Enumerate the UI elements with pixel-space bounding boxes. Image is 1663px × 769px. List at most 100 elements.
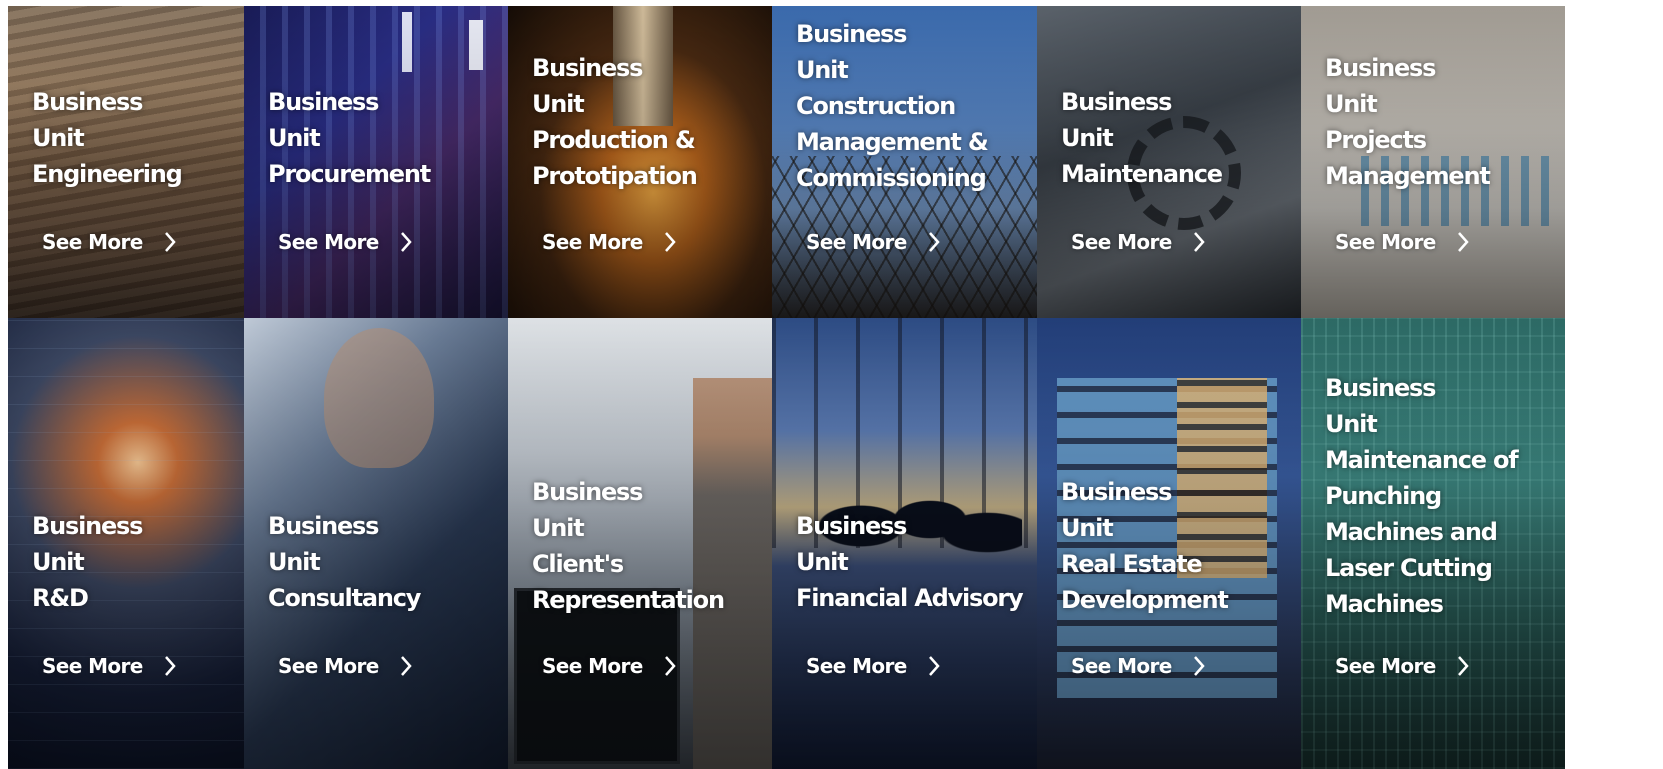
- title-line: Maintenance: [1061, 160, 1223, 188]
- title-line: Business: [32, 88, 143, 116]
- title-line: Development: [1061, 586, 1229, 614]
- see-more-link[interactable]: See More: [42, 654, 179, 678]
- tile-construction[interactable]: Business Unit Construction Management & …: [772, 6, 1037, 318]
- see-more-label: See More: [542, 654, 643, 678]
- see-more-label: See More: [278, 230, 379, 254]
- business-units-grid: Business Unit Engineering See More Busin…: [8, 6, 1660, 769]
- see-more-label: See More: [42, 654, 143, 678]
- tile-title: Business Unit Real Estate Development: [1061, 474, 1295, 618]
- tile-title: Business Unit Construction Management & …: [796, 16, 1031, 196]
- see-more-label: See More: [806, 230, 907, 254]
- title-line: Engineering: [32, 160, 183, 188]
- tile-title: Business Unit Financial Advisory: [796, 508, 1031, 616]
- title-line: Business: [32, 512, 143, 540]
- title-line: Projects: [1325, 126, 1427, 154]
- title-line: Procurement: [268, 160, 431, 188]
- title-line: Business: [532, 54, 643, 82]
- title-line: Commissioning: [796, 164, 987, 192]
- title-line: Unit: [796, 548, 849, 576]
- title-line: Business: [796, 20, 907, 48]
- title-line: Real Estate: [1061, 550, 1203, 578]
- see-more-label: See More: [42, 230, 143, 254]
- title-line: Machines and: [1325, 518, 1498, 546]
- title-line: Unit: [1325, 410, 1378, 438]
- title-line: Consultancy: [268, 584, 421, 612]
- chevron-right-icon: [164, 232, 176, 252]
- see-more-label: See More: [1335, 654, 1436, 678]
- tile-punching-laser[interactable]: Business Unit Maintenance of Punching Ma…: [1301, 318, 1565, 769]
- title-line: Maintenance of: [1325, 446, 1519, 474]
- title-line: Unit: [1061, 514, 1114, 542]
- tile-clients-representation[interactable]: Business Unit Client's Representation Se…: [508, 318, 772, 769]
- title-line: Management: [1325, 162, 1491, 190]
- title-line: Laser Cutting: [1325, 554, 1493, 582]
- tile-title: Business Unit Procurement: [268, 84, 502, 192]
- see-more-link[interactable]: See More: [806, 230, 943, 254]
- see-more-label: See More: [542, 230, 643, 254]
- tile-title: Business Unit Production & Prototipation: [532, 50, 766, 194]
- tile-title: Business Unit Client's Representation: [532, 474, 766, 618]
- chevron-right-icon: [1193, 656, 1205, 676]
- chevron-right-icon: [1457, 232, 1469, 252]
- tile-title: Business Unit Maintenance of Punching Ma…: [1325, 370, 1559, 622]
- title-line: Machines: [1325, 590, 1444, 618]
- tile-rnd[interactable]: Business Unit R&D See More: [8, 318, 244, 769]
- tile-consultancy[interactable]: Business Unit Consultancy See More: [244, 318, 508, 769]
- title-line: Unit: [532, 90, 585, 118]
- tile-procurement[interactable]: Business Unit Procurement See More: [244, 6, 508, 318]
- title-line: Unit: [268, 124, 321, 152]
- see-more-link[interactable]: See More: [542, 654, 679, 678]
- title-line: Unit: [32, 548, 85, 576]
- title-line: Unit: [1325, 90, 1378, 118]
- tile-financial-advisory[interactable]: Business Unit Financial Advisory See Mor…: [772, 318, 1037, 769]
- title-line: Business: [268, 88, 379, 116]
- tile-real-estate[interactable]: Business Unit Real Estate Development Se…: [1037, 318, 1301, 769]
- title-line: Management &: [796, 128, 989, 156]
- title-line: Punching: [1325, 482, 1442, 510]
- tile-maintenance[interactable]: Business Unit Maintenance See More: [1037, 6, 1301, 318]
- tile-title: Business Unit Engineering: [32, 84, 238, 192]
- chevron-right-icon: [164, 656, 176, 676]
- title-line: Prototipation: [532, 162, 698, 190]
- title-line: Unit: [532, 514, 585, 542]
- title-line: Construction: [796, 92, 956, 120]
- title-line: Financial Advisory: [796, 584, 1024, 612]
- title-line: Business: [1325, 374, 1436, 402]
- see-more-link[interactable]: See More: [1335, 654, 1472, 678]
- chevron-right-icon: [664, 656, 676, 676]
- see-more-link[interactable]: See More: [1071, 654, 1208, 678]
- tile-production[interactable]: Business Unit Production & Prototipation…: [508, 6, 772, 318]
- chevron-right-icon: [1457, 656, 1469, 676]
- see-more-link[interactable]: See More: [1071, 230, 1208, 254]
- see-more-link[interactable]: See More: [278, 654, 415, 678]
- tile-title: Business Unit R&D: [32, 508, 238, 616]
- title-line: Business: [796, 512, 907, 540]
- title-line: Business: [1061, 478, 1172, 506]
- see-more-link[interactable]: See More: [542, 230, 679, 254]
- title-line: R&D: [32, 584, 89, 612]
- tile-engineering[interactable]: Business Unit Engineering See More: [8, 6, 244, 318]
- tile-title: Business Unit Maintenance: [1061, 84, 1295, 192]
- see-more-link[interactable]: See More: [1335, 230, 1472, 254]
- title-line: Unit: [32, 124, 85, 152]
- tile-projects[interactable]: Business Unit Projects Management See Mo…: [1301, 6, 1565, 318]
- see-more-label: See More: [1071, 230, 1172, 254]
- see-more-label: See More: [278, 654, 379, 678]
- chevron-right-icon: [400, 656, 412, 676]
- chevron-right-icon: [1193, 232, 1205, 252]
- title-line: Client's: [532, 550, 624, 578]
- chevron-right-icon: [928, 232, 940, 252]
- title-line: Business: [268, 512, 379, 540]
- see-more-link[interactable]: See More: [806, 654, 943, 678]
- title-line: Representation: [532, 586, 725, 614]
- chevron-right-icon: [928, 656, 940, 676]
- title-line: Unit: [268, 548, 321, 576]
- see-more-link[interactable]: See More: [42, 230, 179, 254]
- title-line: Production &: [532, 126, 696, 154]
- see-more-link[interactable]: See More: [278, 230, 415, 254]
- title-line: Unit: [1061, 124, 1114, 152]
- see-more-label: See More: [806, 654, 907, 678]
- title-line: Business: [532, 478, 643, 506]
- title-line: Business: [1061, 88, 1172, 116]
- see-more-label: See More: [1335, 230, 1436, 254]
